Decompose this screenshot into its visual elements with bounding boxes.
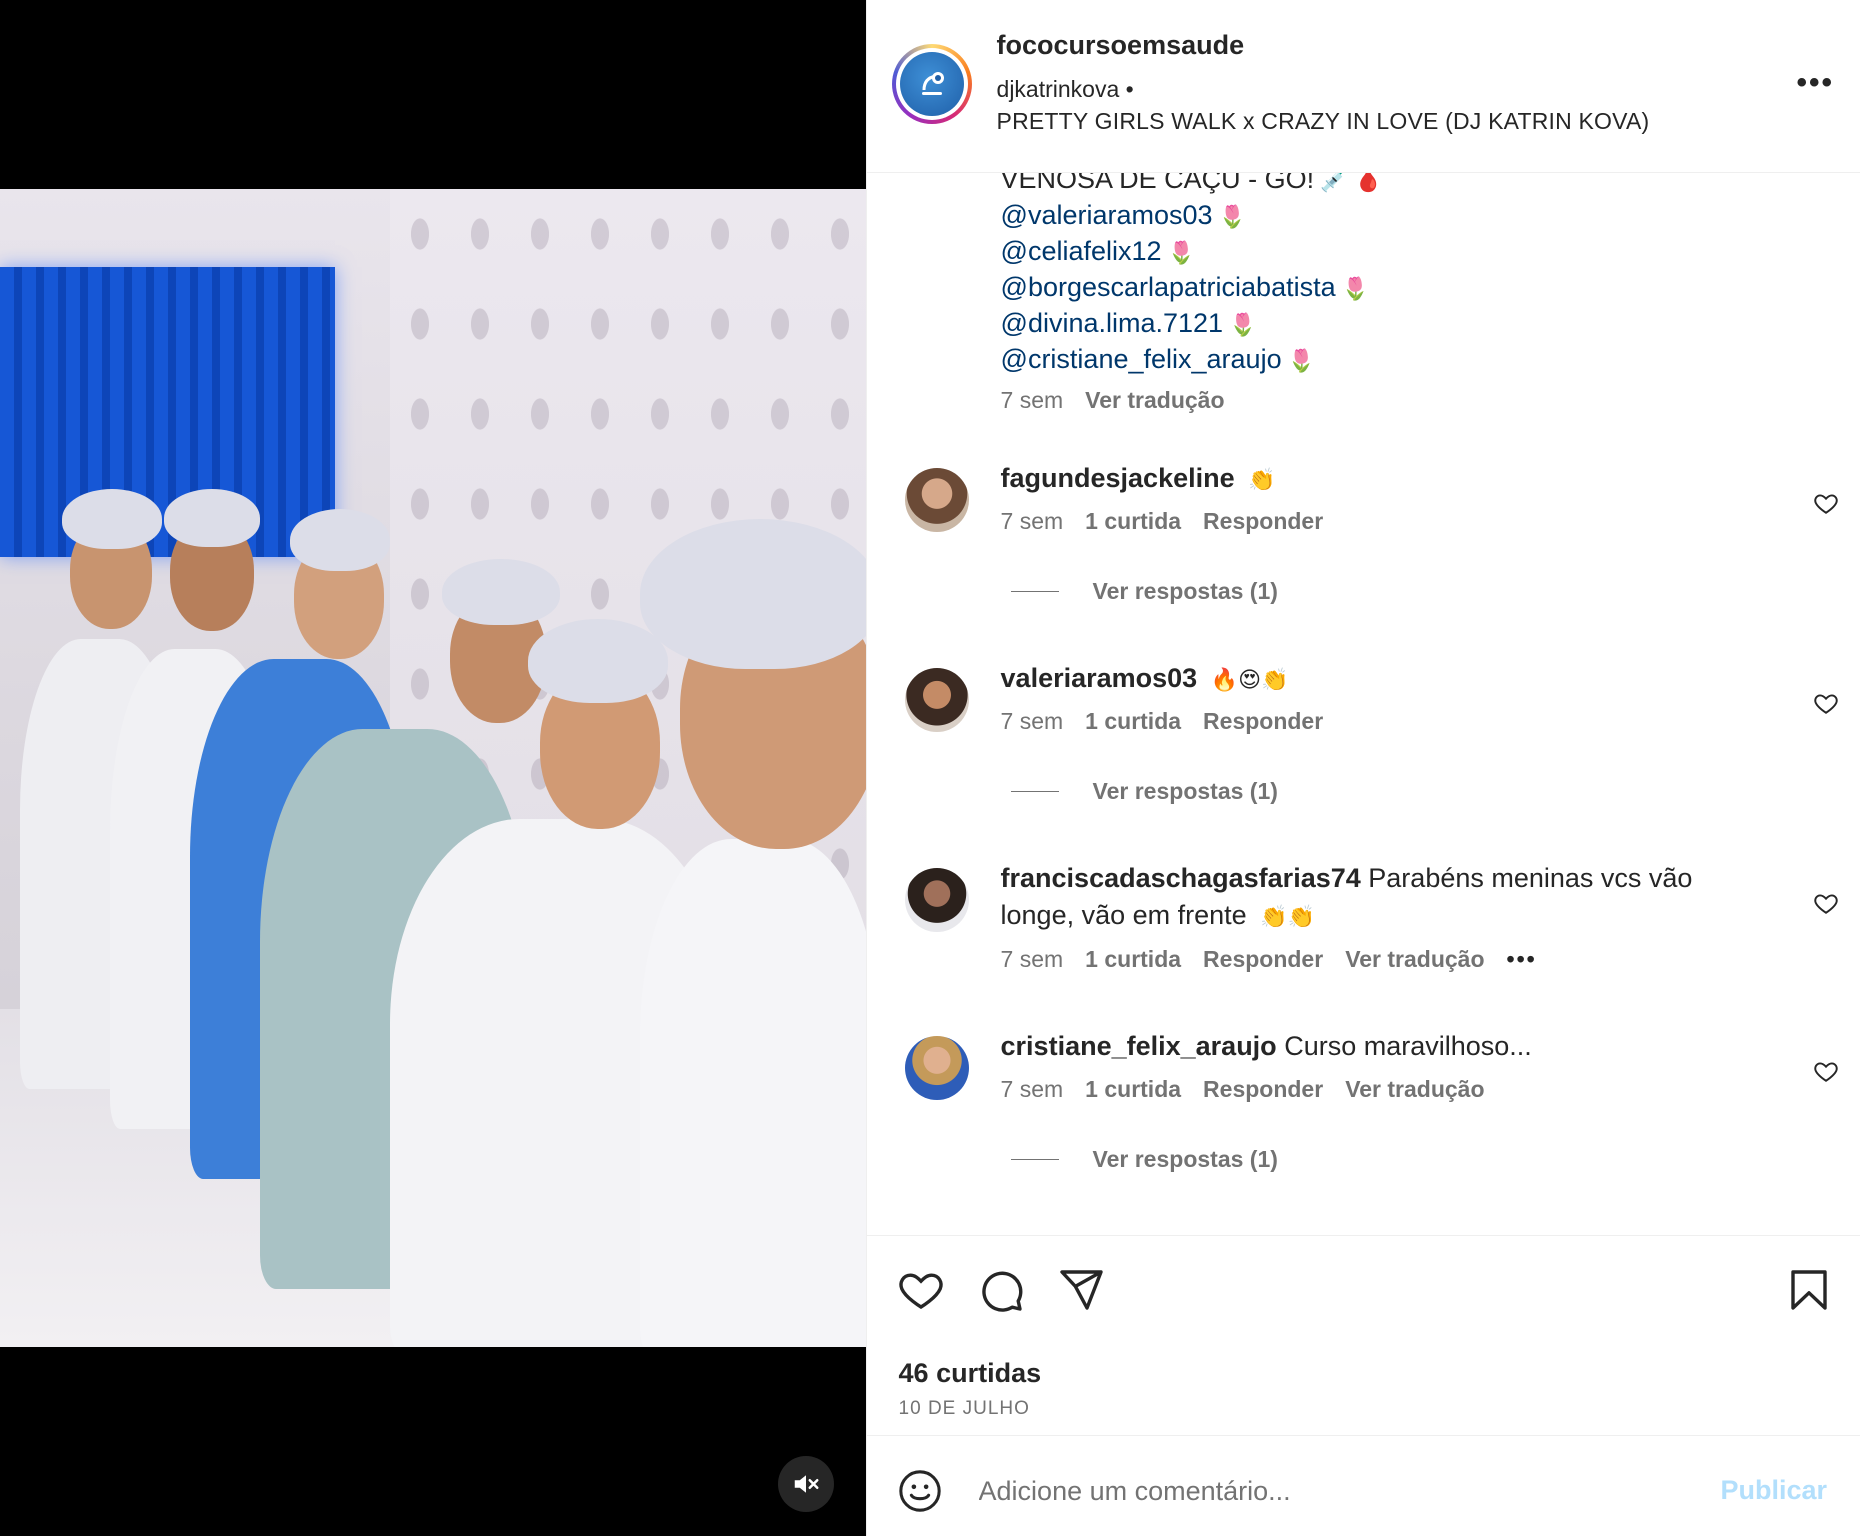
comment-likes[interactable]: 1 curtida xyxy=(1085,946,1181,972)
reply-button[interactable]: Responder xyxy=(1203,508,1323,534)
share-send-icon[interactable] xyxy=(1057,1266,1105,1314)
commenter-avatar[interactable] xyxy=(904,668,969,732)
caption-translate-button[interactable]: Ver tradução xyxy=(1085,387,1224,413)
comment-bubble-icon[interactable] xyxy=(977,1266,1025,1314)
person-6 xyxy=(620,519,866,1347)
commenter-username[interactable]: fagundesjackeline xyxy=(1001,463,1235,493)
comment-text: franciscadaschagasfarias74 Parabéns meni… xyxy=(1001,860,1741,936)
comment-time[interactable]: 7 sem xyxy=(1001,508,1064,534)
caption-meta: 7 sem Ver tradução xyxy=(1001,387,1801,414)
heart-icon[interactable] xyxy=(1813,490,1839,516)
mention-link[interactable]: @borgescarlapatriciabatista xyxy=(1001,272,1336,302)
comment-emojis: 👏👏 xyxy=(1260,905,1315,930)
comment-meta: 7 sem 1 curtida Responder xyxy=(1001,708,1346,735)
comment-time[interactable]: 7 sem xyxy=(1001,708,1064,734)
post-date[interactable]: 10 DE JULHO xyxy=(899,1398,1030,1420)
speaker-muted-icon xyxy=(794,1475,819,1493)
heart-icon[interactable] xyxy=(1813,1058,1839,1084)
replies-divider xyxy=(1010,791,1059,792)
bookmark-save-icon[interactable] xyxy=(1785,1266,1833,1314)
reply-button[interactable]: Responder xyxy=(1203,946,1323,972)
tulip-emoji: 🌷 xyxy=(1229,313,1257,338)
replies-divider xyxy=(1010,591,1059,592)
commenter-avatar[interactable] xyxy=(904,468,969,532)
heart-icon[interactable] xyxy=(1813,890,1839,916)
author-avatar[interactable] xyxy=(891,44,972,124)
more-options-button[interactable]: ••• xyxy=(1797,66,1835,100)
comment-meta: 7 sem 1 curtida Responder Ver tradução ••• xyxy=(1001,946,1559,973)
commenter-avatar[interactable] xyxy=(904,1036,969,1100)
comment-time[interactable]: 7 sem xyxy=(1001,946,1064,972)
publish-button[interactable]: Publicar xyxy=(1721,1475,1828,1506)
view-replies-button[interactable]: Ver respostas (1) xyxy=(1010,1146,1278,1173)
comment-input[interactable] xyxy=(976,1462,1661,1520)
author-logo-icon xyxy=(899,52,964,116)
caption-first-line: VENOSA DE CAÇU - GO! 💉 🩸 xyxy=(1001,173,1801,197)
comment-meta: 7 sem 1 curtida Responder xyxy=(1001,508,1346,535)
comment-emojis: 🔥😍👏 xyxy=(1210,668,1289,693)
tulip-emoji: 🌷 xyxy=(1167,241,1195,266)
tulip-emoji: 🌷 xyxy=(1218,205,1246,230)
translate-button[interactable]: Ver tradução xyxy=(1345,1076,1484,1102)
mute-button[interactable] xyxy=(778,1456,834,1512)
caption-mention: @valeriaramos03 🌷 xyxy=(1001,197,1801,233)
post-media[interactable] xyxy=(0,0,866,1536)
likes-count[interactable]: 46 curtidas xyxy=(899,1358,1042,1389)
avatar-frame xyxy=(895,48,968,120)
view-replies-button[interactable]: Ver respostas (1) xyxy=(1010,578,1278,605)
audio-title[interactable]: PRETTY GIRLS WALK x CRAZY IN LOVE (DJ KA… xyxy=(997,108,1650,135)
view-replies-label[interactable]: Ver respostas (1) xyxy=(1093,1146,1278,1173)
caption-mention: @cristiane_felix_araujo 🌷 xyxy=(1001,341,1801,377)
tulip-emoji: 🌷 xyxy=(1287,349,1315,374)
view-replies-label[interactable]: Ver respostas (1) xyxy=(1093,578,1278,605)
comment-likes[interactable]: 1 curtida xyxy=(1085,1076,1181,1102)
heart-icon[interactable] xyxy=(1813,690,1839,716)
reply-button[interactable]: Responder xyxy=(1203,1076,1323,1102)
emoji-picker-icon[interactable] xyxy=(897,1468,943,1514)
audio-artist-line: djkatrinkova • xyxy=(997,76,1134,103)
caption-mention: @celiafelix12 🌷 xyxy=(1001,233,1801,269)
replies-divider xyxy=(1010,1159,1059,1160)
comment-likes[interactable]: 1 curtida xyxy=(1085,508,1181,534)
video-frame[interactable] xyxy=(0,189,866,1347)
commenter-username[interactable]: franciscadaschagasfarias74 xyxy=(1001,863,1361,893)
caption-time[interactable]: 7 sem xyxy=(1001,387,1064,413)
tulip-emoji: 🌷 xyxy=(1341,277,1370,302)
view-replies-label[interactable]: Ver respostas (1) xyxy=(1093,778,1278,805)
post-actions: 46 curtidas 10 DE JULHO xyxy=(866,1235,1860,1436)
mention-link[interactable]: @celiafelix12 xyxy=(1001,236,1162,266)
comment-text: valeriaramos03 🔥😍👏 xyxy=(1001,660,1741,699)
comments-list[interactable]: VENOSA DE CAÇU - GO! 💉 🩸 @valeriaramos03 🌷… xyxy=(867,173,1860,1235)
comment-composer: Publicar xyxy=(866,1435,1860,1537)
comment-time[interactable]: 7 sem xyxy=(1001,1076,1064,1102)
comment-text: cristiane_felix_araujo Curso maravilhoso… xyxy=(1001,1028,1741,1065)
audio-artist[interactable]: djkatrinkova xyxy=(997,76,1120,102)
view-replies-button[interactable]: Ver respostas (1) xyxy=(1010,778,1278,805)
caption-mention: @borgescarlapatriciabatista 🌷 xyxy=(1001,269,1801,305)
author-username[interactable]: fococursoemsaude xyxy=(997,30,1245,61)
comment-emojis: 👏 xyxy=(1248,468,1276,493)
comment-meta: 7 sem 1 curtida Responder Ver tradução xyxy=(1001,1076,1507,1103)
post-header: fococursoemsaude djkatrinkova • PRETTY G… xyxy=(866,0,1860,173)
post-caption: VENOSA DE CAÇU - GO! 💉 🩸 @valeriaramos03 🌷… xyxy=(1001,173,1801,414)
commenter-avatar[interactable] xyxy=(904,868,969,932)
comment-body: Curso maravilhoso... xyxy=(1284,1031,1532,1061)
comment-text: fagundesjackeline 👏 xyxy=(1001,460,1741,499)
mention-link[interactable]: @divina.lima.7121 xyxy=(1001,308,1224,338)
comment-options-button[interactable]: ••• xyxy=(1507,946,1537,972)
post-dialog: fococursoemsaude djkatrinkova • PRETTY G… xyxy=(0,0,1860,1536)
commenter-username[interactable]: valeriaramos03 xyxy=(1001,663,1198,693)
reply-button[interactable]: Responder xyxy=(1203,708,1323,734)
mention-link[interactable]: @valeriaramos03 xyxy=(1001,200,1213,230)
comment-likes[interactable]: 1 curtida xyxy=(1085,708,1181,734)
caption-text: VENOSA DE CAÇU - GO! xyxy=(1000,173,1315,194)
caption-emojis: 💉 🩸 xyxy=(1320,173,1382,194)
mention-link[interactable]: @cristiane_felix_araujo xyxy=(1001,344,1282,374)
caption-mention: @divina.lima.7121 🌷 xyxy=(1001,305,1801,341)
like-heart-icon[interactable] xyxy=(897,1266,945,1314)
translate-button[interactable]: Ver tradução xyxy=(1345,946,1484,972)
commenter-username[interactable]: cristiane_felix_araujo xyxy=(1001,1031,1277,1061)
audio-separator: • xyxy=(1125,76,1134,102)
post-side-panel: fococursoemsaude djkatrinkova • PRETTY G… xyxy=(865,0,1860,1537)
